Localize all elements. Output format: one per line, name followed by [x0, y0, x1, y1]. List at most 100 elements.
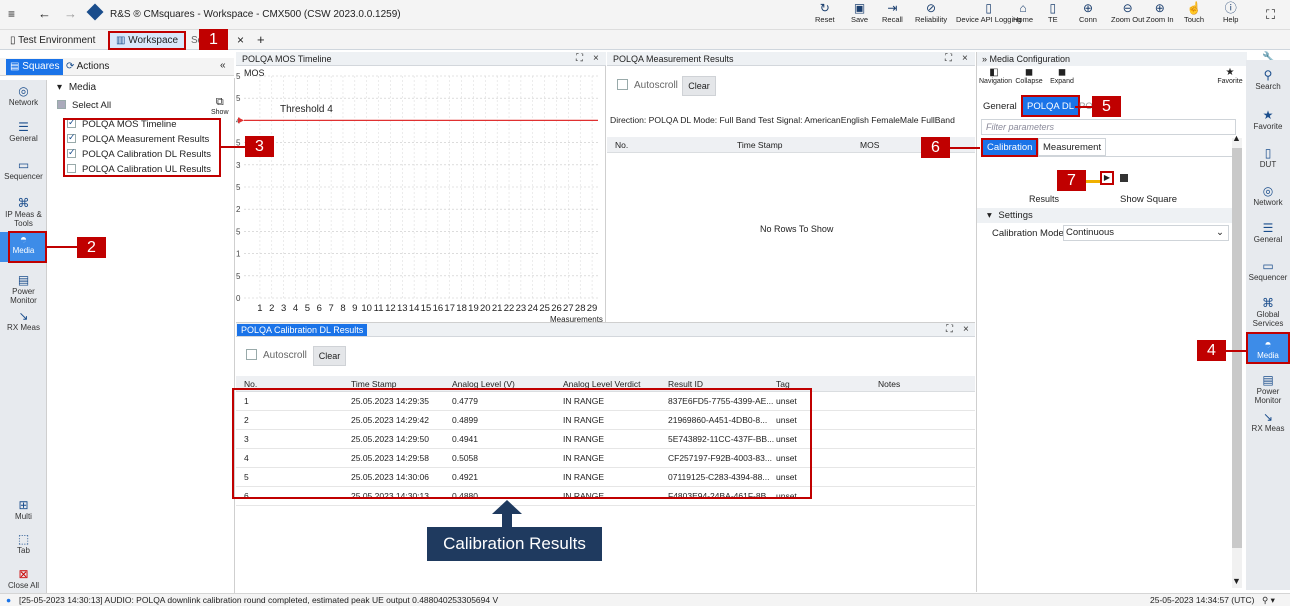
help-button[interactable]: ⓘ Help: [1223, 2, 1238, 25]
hamburger-menu-icon[interactable]: ≡: [8, 7, 15, 21]
nav-power-monitor[interactable]: ▤ Power Monitor: [0, 273, 47, 305]
zoom-in-button[interactable]: ⊕ Zoom In: [1146, 2, 1174, 25]
start-button[interactable]: ▶: [1100, 171, 1114, 185]
nav-network[interactable]: ◎ Network: [0, 84, 47, 107]
nav-general[interactable]: ☰ General: [1246, 221, 1290, 244]
home-button[interactable]: ⌂ Home: [1013, 2, 1033, 25]
x-tick-label: 26: [551, 303, 562, 314]
add-tab-icon[interactable]: +: [257, 32, 265, 47]
close-all-button[interactable]: ⊠ Close All: [0, 567, 47, 590]
nav-rx-meas[interactable]: ↘ RX Meas: [1246, 410, 1290, 433]
expand-button[interactable]: ◼ Expand: [1047, 67, 1077, 85]
scroll-down-icon[interactable]: ▼: [1232, 576, 1241, 586]
y-axis-label: MOS: [244, 68, 265, 78]
nav-dut[interactable]: ▯ DUT: [1246, 146, 1290, 169]
nav-power-monitor[interactable]: ▤ Power Monitor: [1246, 373, 1290, 405]
tab-workspace[interactable]: ▥ Workspace: [108, 31, 187, 50]
table-header: No. Time Stamp MOS: [607, 137, 975, 153]
touch-button[interactable]: ☝ Touch: [1184, 2, 1204, 25]
callout-line: [950, 147, 980, 149]
recall-icon: ⇥: [887, 1, 898, 15]
stop-button[interactable]: [1120, 174, 1128, 182]
filter-parameters-input[interactable]: Filter parameters: [981, 119, 1236, 135]
x-tick-label: 3: [281, 303, 286, 314]
maximize-icon[interactable]: ⛶: [946, 323, 953, 337]
scroll-up-icon[interactable]: ▲: [1232, 133, 1241, 143]
info-icon: ●: [6, 595, 12, 605]
threshold-label: Threshold 4: [280, 104, 333, 115]
title-bar: ≡ ← → R&S ® CMsquares - Workspace - CMX5…: [0, 0, 1290, 30]
back-arrow-icon[interactable]: ←: [38, 6, 51, 21]
multi-button[interactable]: ⊞ Multi: [0, 498, 47, 521]
subtab-measurement[interactable]: Measurement: [1038, 138, 1107, 156]
x-tick-label: 10: [361, 303, 372, 314]
status-time: 25-05-2023 14:34:57 (UTC): [1150, 595, 1255, 605]
power-monitor-icon: ▤: [1262, 373, 1274, 387]
select-all[interactable]: Select All: [57, 99, 111, 111]
clear-button[interactable]: Clear: [682, 76, 716, 96]
autoscroll-checkbox[interactable]: Autoscroll: [246, 349, 307, 361]
x-tick-label: 18: [456, 303, 467, 314]
nav-global-services[interactable]: ⌘ Global Services: [1246, 296, 1290, 328]
network-icon: ◎: [18, 84, 29, 98]
scrollbar[interactable]: ▲ ▼: [1232, 133, 1242, 588]
nav-ip-meas[interactable]: ⌘ IP Meas & Tools: [0, 196, 47, 228]
device-icon: ▯: [10, 35, 19, 46]
general-icon: ☰: [1262, 221, 1274, 235]
nav-sequencer[interactable]: ▭ Sequencer: [0, 158, 47, 181]
nav-general[interactable]: ☰ General: [0, 120, 47, 143]
forward-arrow-icon[interactable]: →: [64, 6, 77, 21]
section-media[interactable]: ▾ Media: [57, 82, 96, 93]
nav-rx-meas[interactable]: ↘ RX Meas: [0, 309, 47, 332]
conn-button[interactable]: ⊕ Conn: [1079, 2, 1097, 25]
scrollbar-thumb[interactable]: [1232, 148, 1242, 548]
close-icon[interactable]: ×: [593, 52, 599, 66]
direction-info: Direction: POLQA DL Mode: Full Band Test…: [610, 115, 955, 125]
nav-sequencer[interactable]: ▭ Sequencer: [1246, 259, 1290, 282]
favorite-button[interactable]: ★ Favorite: [1215, 67, 1245, 85]
navigation-button[interactable]: ◧ Navigation: [979, 67, 1012, 85]
zoom-out-button[interactable]: ⊖ Zoom Out: [1111, 2, 1144, 25]
y-tick-label: 5: [236, 183, 241, 192]
show-square-button[interactable]: Show Square: [1120, 194, 1177, 205]
collapse-button[interactable]: ◼ Collapse: [1014, 67, 1044, 85]
save-button[interactable]: ▣ Save: [851, 2, 868, 25]
nav-favorite[interactable]: ★ Favorite: [1246, 108, 1290, 131]
nav-network[interactable]: ◎ Network: [1246, 184, 1290, 207]
nav-search[interactable]: ⚲ Search: [1246, 68, 1290, 91]
tab-squares[interactable]: ▤ Squares: [6, 59, 64, 75]
recall-button[interactable]: ⇥ Recall: [882, 1, 903, 25]
subtab-calibration[interactable]: Calibration: [981, 138, 1039, 157]
close-icon[interactable]: ×: [962, 52, 968, 66]
autoscroll-checkbox[interactable]: Autoscroll: [617, 79, 678, 91]
pin-icon[interactable]: ⚲ ▾: [1262, 594, 1275, 606]
reliability-button[interactable]: ⊘ Reliability: [915, 2, 947, 25]
calibration-mode-select[interactable]: Continuous ⌄: [1063, 225, 1229, 241]
maximize-icon[interactable]: ⛶: [576, 52, 583, 66]
expand-arrow-icon: ▾: [987, 210, 995, 221]
maximize-icon[interactable]: ⛶: [945, 52, 952, 66]
y-tick-label: 5: [236, 272, 241, 281]
left-nav: ◎ Network ☰ General ▭ Sequencer ⌘ IP Meas & …: [0, 80, 47, 600]
show-button[interactable]: ⧉ Show: [211, 96, 229, 116]
tab-test-environment[interactable]: ▯ Test Environment: [4, 32, 101, 49]
tab-polqa-dl[interactable]: POLQA DL: [1021, 95, 1080, 117]
settings-section[interactable]: ▾ Settings: [977, 208, 1232, 223]
callout-box-calibration-rows: [232, 388, 812, 499]
close-icon[interactable]: ×: [963, 323, 969, 337]
collapse-panel-icon[interactable]: «: [220, 60, 226, 71]
close-tab-icon[interactable]: ×: [237, 33, 244, 47]
x-tick-label: 21: [492, 303, 503, 314]
tab-general[interactable]: General: [983, 101, 1017, 112]
y-tick-label: 2: [236, 205, 241, 214]
x-tick-label: 1: [257, 303, 262, 314]
fullscreen-icon[interactable]: ⛶: [1266, 7, 1275, 23]
reset-button[interactable]: ↻ Reset: [815, 2, 835, 25]
tab-button[interactable]: ⬚ Tab: [0, 532, 47, 555]
tab-actions[interactable]: ⟳ Actions: [66, 59, 109, 75]
te-button[interactable]: ▯ TE: [1048, 2, 1058, 25]
nav-media[interactable]: ◓ Media: [1246, 332, 1290, 364]
device-api-logging-button[interactable]: ▯ Device API Logging: [956, 2, 1021, 25]
threshold-marker: [238, 117, 244, 124]
clear-button[interactable]: Clear: [313, 346, 346, 366]
